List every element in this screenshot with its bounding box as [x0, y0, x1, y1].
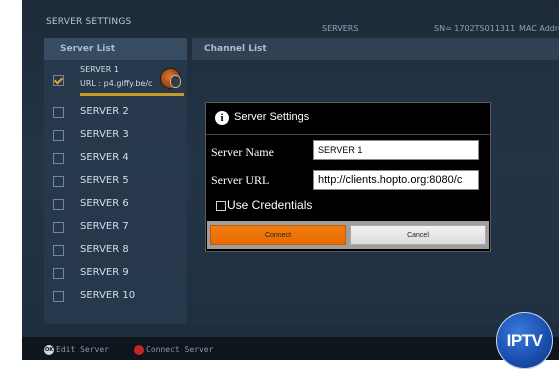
server-name: SERVER 8: [80, 244, 129, 255]
server-list-panel: Server List SERVER 1 URL : p4.giffy.be/c…: [44, 38, 187, 324]
server-name-input[interactable]: SERVER 1: [313, 140, 479, 160]
server-list-item[interactable]: SERVER 10: [44, 285, 187, 308]
server-checkbox[interactable]: [53, 222, 64, 233]
server-list-item[interactable]: SERVER 7: [44, 216, 187, 239]
server-list-item-selected[interactable]: SERVER 1 URL : p4.giffy.be/c: [44, 60, 187, 101]
dialog-header: i Server Settings: [206, 103, 490, 135]
server-url-label: Server URL: [211, 173, 270, 187]
cancel-button[interactable]: Cancel: [350, 225, 486, 245]
server-list-item[interactable]: SERVER 2: [44, 101, 187, 124]
server-name-label: Server Name: [211, 145, 274, 159]
use-credentials-label[interactable]: Use Credentials: [227, 198, 312, 212]
server-list-item[interactable]: SERVER 5: [44, 170, 187, 193]
channel-list-title: Channel List: [204, 44, 267, 54]
server-status-icon: [160, 68, 181, 89]
server-name: SERVER 10: [80, 290, 136, 301]
iptv-logo: IPTV: [496, 312, 553, 369]
server-list-item[interactable]: SERVER 6: [44, 193, 187, 216]
red-button-icon: [134, 345, 144, 355]
server-name: SERVER 4: [80, 152, 129, 163]
use-credentials-checkbox[interactable]: [216, 201, 226, 211]
server-list-item[interactable]: SERVER 3: [44, 124, 187, 147]
selection-bar: [80, 93, 184, 96]
server-list-item[interactable]: SERVER 8: [44, 239, 187, 262]
server-name: SERVER 7: [80, 221, 129, 232]
server-settings-dialog: i Server Settings Server Name SERVER 1 S…: [206, 103, 490, 251]
server-checkbox-checked[interactable]: [53, 75, 64, 86]
server-name: SERVER 1: [80, 65, 119, 74]
server-list-item[interactable]: SERVER 4: [44, 147, 187, 170]
server-url: URL : p4.giffy.be/c: [80, 79, 153, 88]
ok-button-icon: OK: [44, 345, 54, 355]
server-checkbox[interactable]: [53, 268, 64, 279]
server-checkbox[interactable]: [53, 245, 64, 256]
server-checkbox[interactable]: [53, 130, 64, 141]
server-checkbox[interactable]: [53, 107, 64, 118]
server-url-input[interactable]: http://clients.hopto.org:8080/c: [313, 170, 479, 190]
edit-server-hint: Edit Server: [56, 345, 109, 354]
dialog-button-bar: Connect Cancel: [207, 221, 489, 249]
serial-number: SN= 1702TS011311: [434, 24, 516, 33]
server-name: SERVER 2: [80, 106, 129, 117]
dialog-title: Server Settings: [234, 111, 310, 123]
channel-list-heading: Channel List: [192, 38, 559, 60]
server-checkbox[interactable]: [53, 199, 64, 210]
mac-address: MAC Addre: [519, 24, 559, 33]
server-list-item[interactable]: SERVER 9: [44, 262, 187, 285]
connect-server-hint: Connect Server: [146, 345, 214, 354]
server-name: SERVER 6: [80, 198, 129, 209]
server-list-heading: Server List: [44, 38, 187, 60]
top-bar: SERVER SETTINGS SERVERS SN= 1702TS011311…: [22, 0, 559, 34]
servers-label: SERVERS: [322, 24, 359, 33]
server-checkbox[interactable]: [53, 153, 64, 164]
server-checkbox[interactable]: [53, 291, 64, 302]
server-name: SERVER 9: [80, 267, 129, 278]
server-name: SERVER 3: [80, 129, 129, 140]
server-name: SERVER 5: [80, 175, 129, 186]
server-checkbox[interactable]: [53, 176, 64, 187]
connect-button[interactable]: Connect: [210, 225, 346, 245]
info-icon: i: [215, 111, 229, 125]
footer-bar: OK Edit Server Connect Server: [22, 337, 559, 360]
page-title: SERVER SETTINGS: [46, 17, 132, 27]
